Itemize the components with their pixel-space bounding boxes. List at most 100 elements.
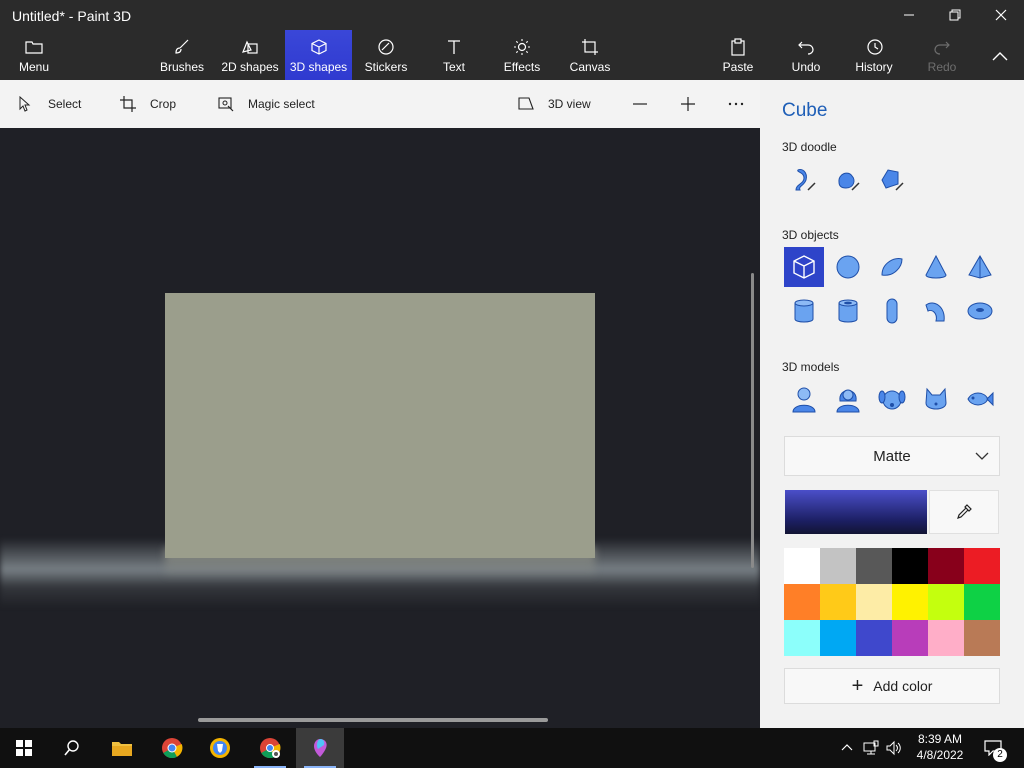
material-dropdown[interactable]: Matte <box>784 436 1000 476</box>
capsule-shape-button[interactable] <box>872 291 912 331</box>
man-model-button[interactable] <box>784 379 824 419</box>
effects-button[interactable]: Effects <box>500 30 544 80</box>
shapes-2d-button[interactable]: 2D shapes <box>218 30 282 80</box>
paste-button[interactable]: Paste <box>718 30 758 80</box>
color-swatch-16[interactable] <box>892 620 928 656</box>
vertical-scrollbar[interactable] <box>751 273 754 568</box>
donut-shape-button[interactable] <box>960 291 1000 331</box>
models-row <box>784 379 1004 419</box>
cone-shape-button[interactable] <box>916 247 956 287</box>
canvas-workspace[interactable] <box>0 128 760 728</box>
crop-icon <box>120 96 136 112</box>
pyramid-shape-button[interactable] <box>960 247 1000 287</box>
drawing-canvas[interactable] <box>165 293 595 558</box>
man-model-icon <box>792 387 816 413</box>
color-swatch-17[interactable] <box>928 620 964 656</box>
shapes-3d-button[interactable]: 3D shapes <box>285 30 352 80</box>
color-swatch-3[interactable] <box>856 548 892 584</box>
system-clock[interactable]: 8:39 AM 4/8/2022 <box>905 731 975 763</box>
fish-model-button[interactable] <box>960 379 1000 419</box>
color-swatch-14[interactable] <box>820 620 856 656</box>
curved-tube-shape-button[interactable] <box>916 291 956 331</box>
chrome-profile-icon <box>260 738 281 759</box>
undo-button[interactable]: Undo <box>786 30 826 80</box>
more-options-button[interactable] <box>728 80 758 128</box>
brushes-button[interactable]: Brushes <box>156 30 208 80</box>
sphere-shape-button[interactable] <box>828 247 868 287</box>
stickers-button[interactable]: Stickers <box>362 30 410 80</box>
color-swatch-1[interactable] <box>784 548 820 584</box>
color-swatch-7[interactable] <box>784 584 820 620</box>
history-button[interactable]: History <box>852 30 896 80</box>
start-button[interactable] <box>0 728 48 768</box>
collapse-toolbar-button[interactable] <box>984 30 1016 80</box>
doodle-section-label: 3D doodle <box>782 140 837 154</box>
brave-browser-button[interactable] <box>196 728 244 768</box>
show-hidden-icons-button[interactable] <box>838 738 856 758</box>
text-button[interactable]: Text <box>436 30 472 80</box>
dog-model-button[interactable] <box>872 379 912 419</box>
tube-shape-button[interactable] <box>828 291 868 331</box>
network-tray-button[interactable] <box>862 738 880 758</box>
horizontal-scrollbar[interactable] <box>198 718 548 722</box>
sphere-icon <box>836 255 860 279</box>
color-swatch-9[interactable] <box>856 584 892 620</box>
color-swatch-5[interactable] <box>928 548 964 584</box>
crop-tool-button[interactable]: Crop <box>120 80 176 128</box>
ellipsis-icon <box>728 102 744 106</box>
restore-icon <box>949 9 961 21</box>
network-icon <box>863 740 879 755</box>
color-swatch-10[interactable] <box>892 584 928 620</box>
chrome-button[interactable] <box>148 728 196 768</box>
file-explorer-button[interactable] <box>98 728 146 768</box>
color-swatch-4[interactable] <box>892 548 928 584</box>
search-button[interactable] <box>48 728 96 768</box>
canvas-crop-icon <box>582 39 598 55</box>
color-swatch-6[interactable] <box>964 548 1000 584</box>
pyramid-icon <box>968 255 992 279</box>
select-tool-button[interactable]: Select <box>18 80 81 128</box>
color-swatch-15[interactable] <box>856 620 892 656</box>
close-button[interactable] <box>978 0 1024 30</box>
color-swatch-12[interactable] <box>964 584 1000 620</box>
redo-button[interactable]: Redo <box>924 30 960 80</box>
menu-button[interactable]: Menu <box>14 30 54 80</box>
color-swatch-8[interactable] <box>820 584 856 620</box>
cube-shape-button[interactable] <box>784 247 824 287</box>
cat-model-button[interactable] <box>916 379 956 419</box>
zoom-in-button[interactable] <box>680 80 710 128</box>
woman-model-button[interactable] <box>828 379 868 419</box>
add-color-button[interactable]: + Add color <box>784 668 1000 704</box>
history-clock-icon <box>867 39 883 55</box>
cylinder-shape-button[interactable] <box>784 291 824 331</box>
restore-button[interactable] <box>932 0 978 30</box>
color-swatch-18[interactable] <box>964 620 1000 656</box>
magic-select-label: Magic select <box>248 97 315 111</box>
cat-model-icon <box>925 387 947 410</box>
hemisphere-shape-button[interactable] <box>872 247 912 287</box>
minimize-icon <box>904 14 914 16</box>
chevron-up-icon <box>992 52 1008 61</box>
tube-doodle-button[interactable] <box>872 160 912 200</box>
magic-select-button[interactable]: Magic select <box>218 80 315 128</box>
color-swatch-11[interactable] <box>928 584 964 620</box>
minimize-button[interactable] <box>886 0 932 30</box>
chrome-profile-button[interactable] <box>246 728 294 768</box>
cone-icon <box>925 254 947 279</box>
eyedropper-button[interactable] <box>929 490 999 534</box>
view-3d-button[interactable]: 3D view <box>518 80 591 128</box>
zoom-out-button[interactable] <box>632 80 662 128</box>
text-icon <box>448 40 460 54</box>
current-color-swatch[interactable] <box>785 490 927 534</box>
canvas-button[interactable]: Canvas <box>568 30 612 80</box>
color-swatch-13[interactable] <box>784 620 820 656</box>
chevron-up-icon <box>841 744 853 751</box>
donut-icon <box>967 302 993 320</box>
doodle-sharp-icon <box>795 169 816 191</box>
soft-edge-doodle-button[interactable] <box>828 160 868 200</box>
color-swatch-2[interactable] <box>820 548 856 584</box>
search-icon <box>64 740 79 756</box>
volume-tray-button[interactable] <box>885 738 903 758</box>
sharp-edge-doodle-button[interactable] <box>784 160 824 200</box>
paint-3d-taskbar-button[interactable] <box>296 728 344 768</box>
